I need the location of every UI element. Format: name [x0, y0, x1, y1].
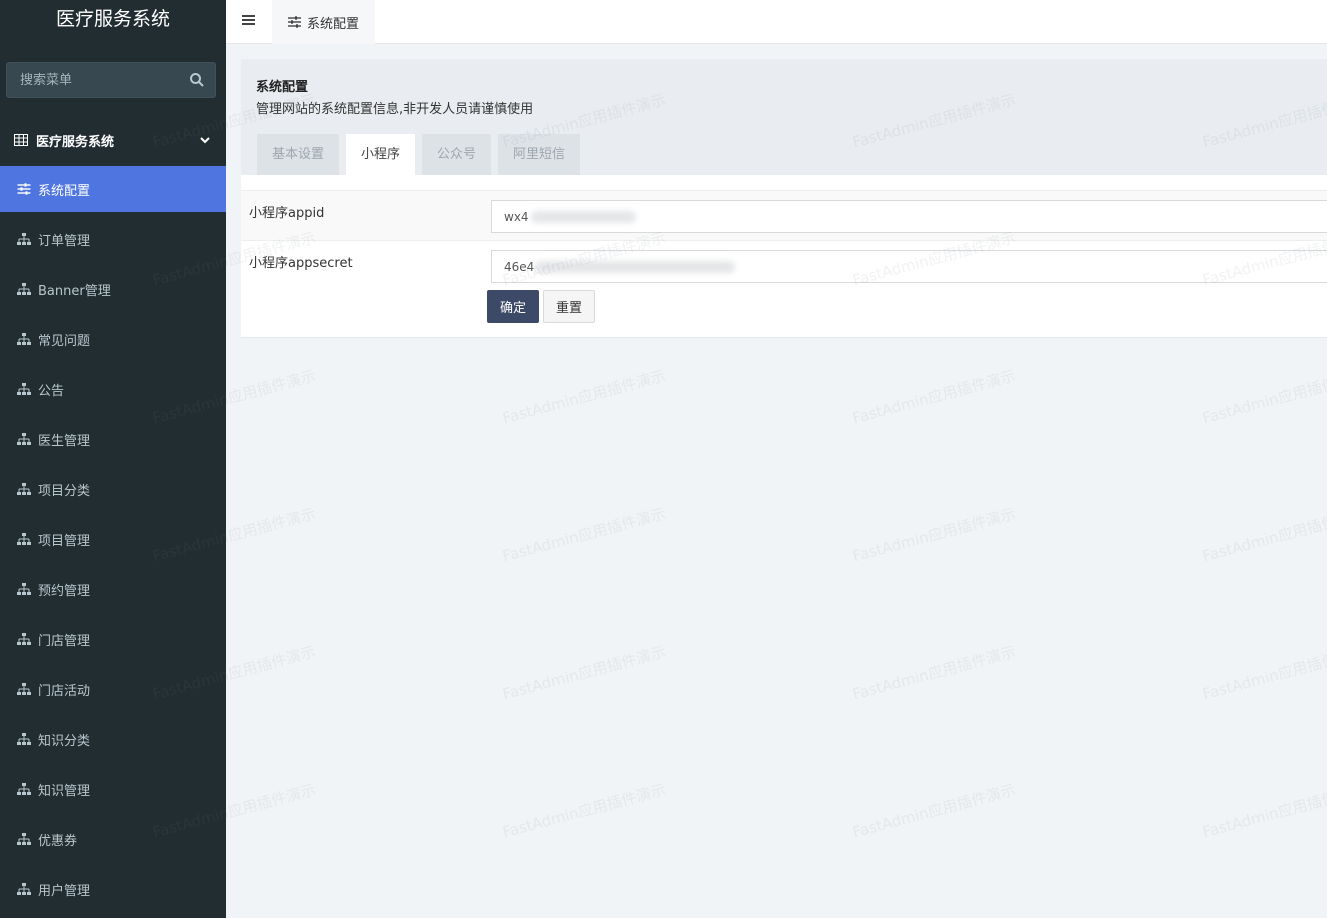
watermark-text: FastAdmin应用插件演示: [500, 504, 668, 566]
sidebar-item-label: 项目分类: [38, 483, 91, 499]
sidebar-item-label: Banner管理: [38, 283, 111, 299]
sidebar-item-label: 公告: [38, 383, 65, 399]
sidebar-item-orders[interactable]: 订单管理: [0, 216, 226, 262]
tab-aliyun-sms[interactable]: 阿里短信: [498, 134, 581, 175]
sitemap-icon: [17, 583, 31, 595]
sitemap-icon: [17, 683, 31, 695]
sidebar-item-banner[interactable]: Banner管理: [0, 266, 226, 312]
menu-search: [6, 62, 216, 98]
chevron-down-icon: [200, 137, 210, 144]
sidebar-item-store-activities[interactable]: 门店活动: [0, 666, 226, 712]
sitemap-icon: [17, 783, 31, 795]
menu-group-label: 医疗服务系统: [36, 134, 115, 150]
page-description: 管理网站的系统配置信息,非开发人员请谨慎使用: [256, 102, 534, 117]
tab-basic-settings[interactable]: 基本设置: [257, 134, 340, 175]
sitemap-icon: [17, 833, 31, 845]
redacted-mask: [531, 211, 636, 223]
tab-mini-program[interactable]: 小程序: [346, 134, 416, 175]
sitemap-icon: [17, 733, 31, 745]
form-row-appsecret: 小程序appsecret: [241, 240, 1327, 290]
sidebar-item-label: 常见问题: [38, 333, 91, 349]
watermark-text: FastAdmin应用插件演示: [850, 780, 1018, 842]
sitemap-icon: [17, 383, 31, 395]
panel-heading: 系统配置 管理网站的系统配置信息,非开发人员请谨慎使用 基本设置 小程序 公众号…: [241, 59, 1327, 175]
sitemap-icon: [17, 333, 31, 345]
sidebar-item-users[interactable]: 用户管理: [0, 866, 226, 912]
sidebar-item-label: 门店活动: [38, 683, 91, 699]
watermark-text: FastAdmin应用插件演示: [500, 366, 668, 428]
sidebar-item-label: 用户管理: [38, 883, 91, 899]
sidebar-item-project-category[interactable]: 项目分类: [0, 466, 226, 512]
sitemap-icon: [17, 883, 31, 895]
tab-label: 系统配置: [307, 16, 360, 32]
sitemap-icon: [17, 233, 31, 245]
sidebar-item-label: 门店管理: [38, 633, 91, 649]
sidebar-item-label: 知识分类: [38, 733, 91, 749]
sidebar-item-label: 订单管理: [38, 233, 91, 249]
sidebar-item-system-config[interactable]: 系统配置: [0, 166, 226, 212]
menu-group-header[interactable]: 医疗服务系统: [0, 118, 226, 162]
config-form: 小程序appid 小程序appsecret 确定 重置: [241, 175, 1327, 338]
page-title: 系统配置: [256, 80, 309, 95]
sliders-icon: [288, 16, 301, 28]
table-icon: [14, 134, 28, 146]
menu-search-input[interactable]: [7, 63, 215, 97]
sitemap-icon: [17, 633, 31, 645]
watermark-text: FastAdmin应用插件演示: [500, 642, 668, 704]
sidebar-item-label: 医生管理: [38, 433, 91, 449]
tab-system-config[interactable]: 系统配置: [272, 0, 376, 44]
watermark-text: FastAdmin应用插件演示: [850, 504, 1018, 566]
sidebar-item-stores[interactable]: 门店管理: [0, 616, 226, 662]
reset-button[interactable]: 重置: [543, 290, 595, 323]
brand-title: 医疗服务系统: [0, 0, 226, 44]
appsecret-label: 小程序appsecret: [249, 256, 353, 271]
sitemap-icon: [17, 483, 31, 495]
search-icon[interactable]: [189, 72, 205, 88]
sidebar-item-doctors[interactable]: 医生管理: [0, 416, 226, 462]
confirm-button[interactable]: 确定: [487, 290, 539, 323]
sidebar-item-projects[interactable]: 项目管理: [0, 516, 226, 562]
sidebar-item-label: 预约管理: [38, 583, 91, 599]
redacted-mask: [535, 261, 735, 273]
sidebar-item-knowledge[interactable]: 知识管理: [0, 766, 226, 812]
watermark-text: FastAdmin应用插件演示: [850, 642, 1018, 704]
sidebar-item-label: 系统配置: [38, 183, 91, 199]
sidebar-item-appointments[interactable]: 预约管理: [0, 566, 226, 612]
watermark-text: FastAdmin应用插件演示: [1200, 780, 1327, 842]
sidebar-item-label: 项目管理: [38, 533, 91, 549]
topbar: 系统配置: [226, 0, 1327, 44]
sitemap-icon: [17, 533, 31, 545]
tab-official-account[interactable]: 公众号: [422, 134, 492, 175]
watermark-text: FastAdmin应用插件演示: [1200, 504, 1327, 566]
sidebar: 医疗服务系统 医疗服务系统 系统配置订单管理 Banner管理常见问题公告医生管理…: [0, 0, 226, 918]
sitemap-icon: [17, 433, 31, 445]
form-row-appid: 小程序appid: [241, 190, 1327, 240]
menu-list: 系统配置订单管理 Banner管理 常见问题公告医生管理项目分类项目管理预约管理门店…: [0, 166, 226, 912]
sliders-icon: [17, 183, 31, 195]
sidebar-item-coupons[interactable]: 优惠券: [0, 816, 226, 862]
watermark-text: FastAdmin应用插件演示: [1200, 642, 1327, 704]
watermark-text: FastAdmin应用插件演示: [1200, 366, 1327, 428]
sidebar-item-label: 知识管理: [38, 783, 91, 799]
sidebar-item-label: 优惠券: [38, 833, 78, 849]
sidebar-item-faq[interactable]: 常见问题: [0, 316, 226, 362]
hamburger-menu-icon[interactable]: [242, 14, 255, 26]
config-tabs: 基本设置 小程序 公众号 阿里短信: [257, 134, 587, 175]
appid-label: 小程序appid: [249, 206, 325, 221]
watermark-text: FastAdmin应用插件演示: [850, 366, 1018, 428]
sidebar-item-notice[interactable]: 公告: [0, 366, 226, 412]
watermark-text: FastAdmin应用插件演示: [500, 780, 668, 842]
sidebar-item-knowledge-category[interactable]: 知识分类: [0, 716, 226, 762]
sitemap-icon: [17, 283, 31, 295]
